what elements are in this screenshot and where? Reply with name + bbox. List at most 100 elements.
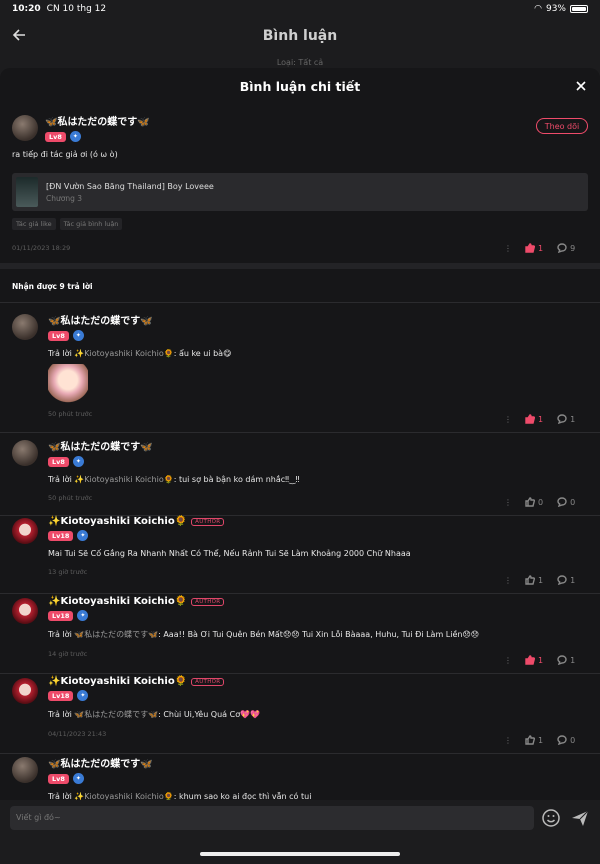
mention[interactable]: 🦋私はただの蝶です🦋 (74, 630, 158, 639)
emoji-icon[interactable] (541, 808, 561, 828)
reply-username[interactable]: 🦋私はただの蝶です🦋 (48, 312, 231, 327)
like-button[interactable]: 0 (525, 497, 543, 507)
reply-time: 14 giờ trước (48, 650, 88, 658)
divider (0, 593, 600, 594)
reply-text: Trả lời 🦋私はただの蝶です🦋: Aaa!! Bà Ơi Tui Quên… (48, 630, 480, 639)
battery-percent: 93% (545, 4, 566, 14)
main-comment-text: ra tiếp đi tác giả ơi (ó ω ò) (12, 150, 118, 159)
more-icon[interactable]: ⋮ (504, 576, 512, 585)
reply-text: Trả lời ✨Kiotoyashiki Koichio🌻: tui sợ b… (48, 475, 300, 484)
reply-time: 50 phút trước (48, 494, 93, 502)
reply-username[interactable]: 🦋私はただの蝶です🦋 (48, 755, 311, 770)
reply-actions: ⋮ 1 1 (504, 575, 575, 585)
reply-actions: ⋮ 1 1 (504, 655, 575, 665)
reply-actions: ⋮ 1 1 (504, 414, 575, 424)
mention[interactable]: ✨Kiotoyashiki Koichio🌻 (74, 349, 173, 358)
comment-count[interactable]: 0 (557, 497, 575, 507)
level-badge: Lv18 (48, 530, 74, 541)
more-icon[interactable]: ⋮ (504, 244, 512, 253)
author-tag: AUTHOR (191, 517, 225, 526)
like-button[interactable]: 1 (525, 243, 543, 253)
reply-username[interactable]: ✨Kiotoyashiki Koichio🌻 AUTHOR (48, 596, 479, 607)
comment-count[interactable]: 0 (557, 735, 575, 745)
reply-text: Trả lời 🦋私はただの蝶です🦋: Chùi Ui,Yêu Quá Cơ💖💖 (48, 710, 261, 719)
reply-body: ✨Kiotoyashiki Koichio🌻 AUTHOR Lv18 ✦ Mai T… (48, 516, 411, 576)
avatar[interactable] (12, 440, 38, 466)
divider (0, 753, 600, 754)
close-icon[interactable] (574, 79, 588, 93)
level-badge: Lv8 (45, 131, 66, 142)
comment-icon (557, 735, 567, 745)
user-badges: Lv18 ✦ (48, 690, 260, 701)
page-title: Bình luận (262, 28, 338, 44)
username[interactable]: 🦋私はただの蝶です🦋 (45, 113, 150, 128)
avatar[interactable] (12, 314, 38, 340)
home-indicator (200, 852, 400, 856)
send-icon[interactable] (570, 808, 590, 828)
thumb-up-icon (525, 497, 535, 507)
main-comment-actions: ⋮ 1 9 (504, 243, 575, 253)
reply-time: 04/11/2023 21:43 (48, 730, 107, 738)
level-badge: Lv18 (48, 690, 74, 701)
back-arrow-icon[interactable] (10, 26, 28, 44)
status-right: ◠ 93% (534, 4, 588, 14)
comment-count[interactable]: 1 (557, 575, 575, 585)
avatar[interactable] (12, 518, 38, 544)
reply-username[interactable]: ✨Kiotoyashiki Koichio🌻 AUTHOR (48, 516, 411, 527)
main-comment-user: 🦋私はただの蝶です🦋 Lv8 ✦ (45, 113, 150, 142)
comment-icon (557, 575, 567, 585)
mention[interactable]: ✨Kiotoyashiki Koichio🌻 (74, 475, 173, 484)
app-root: 10:20 CN 10 thg 12 ◠ 93% Bình luận Loại:… (0, 0, 600, 864)
comment-input[interactable]: Viết gì đó~ (10, 806, 534, 830)
more-icon[interactable]: ⋮ (504, 498, 512, 507)
reply-body: 🦋私はただの蝶です🦋 Lv8 ✦ Trả lời ✨Kiotoyashiki Ko… (48, 312, 231, 418)
reply-count[interactable]: 9 (557, 243, 575, 253)
more-icon[interactable]: ⋮ (504, 415, 512, 424)
status-bar: 10:20 CN 10 thg 12 ◠ 93% (0, 0, 600, 18)
medal-icon: ✦ (69, 131, 81, 142)
user-badges: Lv18 ✦ (48, 530, 411, 541)
like-button[interactable]: 1 (525, 414, 543, 424)
wifi-icon: ◠ (534, 4, 542, 14)
more-icon[interactable]: ⋮ (504, 736, 512, 745)
avatar[interactable] (12, 115, 38, 141)
follow-button[interactable]: Theo dõi (536, 118, 588, 134)
like-button[interactable]: 1 (525, 655, 543, 665)
reply-time: 50 phút trước (48, 410, 93, 418)
book-card[interactable]: [ĐN Vườn Sao Băng Thailand] Boy Loveee C… (12, 173, 588, 211)
chip-author-like: Tác giả like (12, 218, 56, 230)
comment-icon (557, 243, 567, 253)
more-icon[interactable]: ⋮ (504, 656, 512, 665)
reply-username[interactable]: 🦋私はただの蝶です🦋 (48, 438, 299, 453)
divider (0, 432, 600, 433)
like-button[interactable]: 1 (525, 575, 543, 585)
medal-icon: ✦ (72, 456, 84, 467)
status-time: 10:20 (12, 4, 41, 14)
level-badge: Lv8 (48, 456, 69, 467)
medal-icon: ✦ (77, 530, 89, 541)
mention[interactable]: 🦋私はただの蝶です🦋 (74, 710, 158, 719)
reply-body: ✨Kiotoyashiki Koichio🌻 AUTHOR Lv18 ✦ Trả l… (48, 596, 479, 658)
reply-actions: ⋮ 0 0 (504, 497, 575, 507)
medal-icon: ✦ (72, 330, 84, 341)
main-comment-date: 01/11/2023 18:29 (12, 244, 71, 252)
level-badge: Lv8 (48, 330, 69, 341)
comment-count[interactable]: 1 (557, 414, 575, 424)
comment-count[interactable]: 1 (557, 655, 575, 665)
user-badges: Lv18 ✦ (48, 610, 479, 621)
book-chapter: Chương 3 (46, 193, 83, 203)
user-badges: Lv8 ✦ (48, 773, 311, 784)
like-button[interactable]: 1 (525, 735, 543, 745)
comment-icon (557, 497, 567, 507)
background-header: Bình luận (0, 18, 600, 54)
sheet-title: Bình luận chi tiết (239, 78, 361, 94)
avatar[interactable] (12, 678, 38, 704)
reply-username[interactable]: ✨Kiotoyashiki Koichio🌻 AUTHOR (48, 676, 260, 687)
battery-icon (570, 5, 588, 13)
avatar[interactable] (12, 757, 38, 783)
reply-actions: ⋮ 1 0 (504, 735, 575, 745)
avatar[interactable] (12, 598, 38, 624)
user-badges: Lv8 ✦ (48, 330, 231, 341)
medal-icon: ✦ (77, 690, 89, 701)
level-badge: Lv8 (48, 773, 69, 784)
